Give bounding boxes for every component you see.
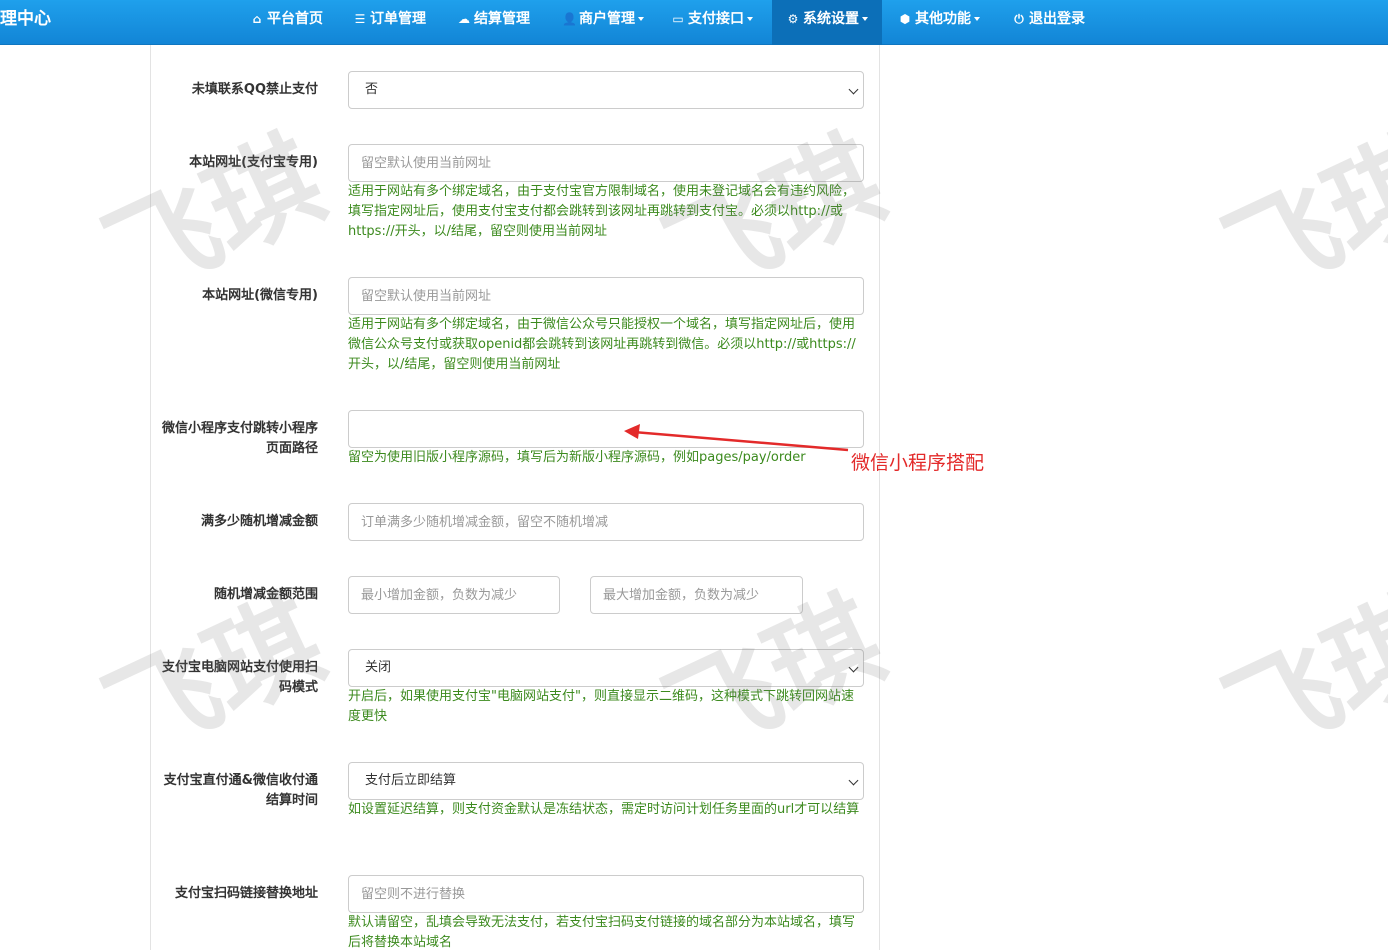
brand-title[interactable]: 理中心	[0, 0, 51, 45]
nav-item-5[interactable]: ⚙ 系统设置	[772, 0, 882, 45]
nav-item-label: 平台首页	[267, 11, 323, 27]
caret-down-icon	[862, 17, 868, 21]
alipay-qr-mode-select[interactable]: 关闭	[348, 649, 864, 687]
random-min-input[interactable]	[348, 576, 560, 614]
chevron-down-icon	[848, 84, 859, 95]
gear-icon: ⚙	[787, 12, 799, 26]
wechat-url-help: 适用于网站有多个绑定域名，由于微信公众号只能授权一个域名，填写指定网址后，使用微…	[348, 317, 856, 372]
random-threshold-label: 满多少随机增减金额	[200, 514, 318, 529]
settle-time-select[interactable]: 支付后立即结算	[348, 762, 864, 800]
random-max-input[interactable]	[590, 576, 803, 614]
alipay-url-label: 本站网址(支付宝专用)	[189, 155, 318, 170]
chevron-down-icon	[848, 775, 859, 786]
nav-item-label: 订单管理	[370, 11, 426, 27]
settle-time-label: 支付宝直付通&微信收付通结算时间	[163, 773, 318, 808]
nav-item-label: 系统设置	[803, 11, 859, 27]
annotation-text: 微信小程序搭配	[851, 452, 985, 474]
nav-item-label: 退出登录	[1029, 11, 1085, 27]
qr-replace-help: 默认请留空，乱填会导致无法支付，若支付宝扫码支付链接的域名部分为本站域名，填写后…	[348, 915, 856, 950]
nav-item-label: 支付接口	[688, 11, 744, 27]
settle-time-value: 支付后立即结算	[365, 773, 457, 788]
wechat-url-label: 本站网址(微信专用)	[202, 288, 318, 303]
nav-item-1[interactable]: ☰ 订单管理	[353, 0, 426, 45]
nav-item-3[interactable]: 👤 商户管理	[562, 0, 644, 45]
home-icon: ⌂	[252, 12, 262, 26]
nav-item-label: 其他功能	[915, 11, 971, 27]
caret-down-icon	[638, 17, 644, 21]
nav-item-6[interactable]: ⬢ 其他功能	[898, 0, 980, 45]
qq-required-value: 否	[365, 82, 379, 97]
nav-item-4[interactable]: ▭ 支付接口	[671, 0, 753, 45]
alipay-url-input[interactable]	[348, 144, 864, 182]
cloud-icon: ☁	[458, 12, 470, 26]
nav-item-label: 商户管理	[579, 11, 635, 27]
wechat-url-input[interactable]	[348, 277, 864, 315]
nav-item-7[interactable]: ⏻ 退出登录	[1012, 0, 1085, 45]
nav-item-label: 结算管理	[474, 11, 530, 27]
alipay-qr-mode-label: 支付宝电脑网站支付使用扫码模式	[161, 660, 318, 695]
annotation-arrow	[624, 424, 849, 452]
watermark-logo: 飞琪	[1207, 113, 1388, 324]
card-icon: ▭	[672, 12, 684, 26]
power-icon: ⏻	[1014, 12, 1024, 26]
miniprogram-path-label: 微信小程序支付跳转小程序页面路径	[161, 421, 318, 456]
settle-time-help: 如设置延迟结算，则支付资金默认是冻结状态，需定时访问计划任务里面的url才可以结…	[348, 802, 860, 817]
watermark-logo: 飞琪	[1207, 573, 1388, 784]
cube-icon: ⬢	[899, 12, 911, 26]
qr-replace-label: 支付宝扫码链接替换地址	[174, 886, 318, 901]
random-range-label: 随机增减金额范围	[213, 587, 318, 602]
qq-required-select[interactable]: 否	[348, 71, 864, 109]
alipay-qr-mode-help: 开启后，如果使用支付宝"电脑网站支付"，则直接显示二维码，这种模式下跳转回网站速…	[348, 689, 854, 724]
alipay-url-help: 适用于网站有多个绑定域名，由于支付宝官方限制域名，使用未登记域名会有违约风险，填…	[348, 184, 856, 239]
chevron-down-icon	[848, 662, 859, 673]
nav-item-2[interactable]: ☁ 结算管理	[457, 0, 530, 45]
nav-item-0[interactable]: ⌂ 平台首页	[250, 0, 323, 45]
top-navbar: 理中心 ⌂ 平台首页 ☰ 订单管理 ☁ 结算管理 👤 商户管理 ▭ 支付接口 ⚙ 系统设置 ⬢ 其他功能 ⏻…	[0, 0, 1388, 45]
random-threshold-input[interactable]	[348, 503, 864, 541]
qr-replace-input[interactable]	[348, 875, 864, 913]
alipay-qr-mode-value: 关闭	[365, 660, 392, 675]
list-icon: ☰	[354, 12, 366, 26]
qq-required-label: 未填联系QQ禁止支付	[191, 82, 318, 97]
user-icon: 👤	[562, 12, 577, 26]
caret-down-icon	[974, 17, 980, 21]
caret-down-icon	[747, 17, 753, 21]
